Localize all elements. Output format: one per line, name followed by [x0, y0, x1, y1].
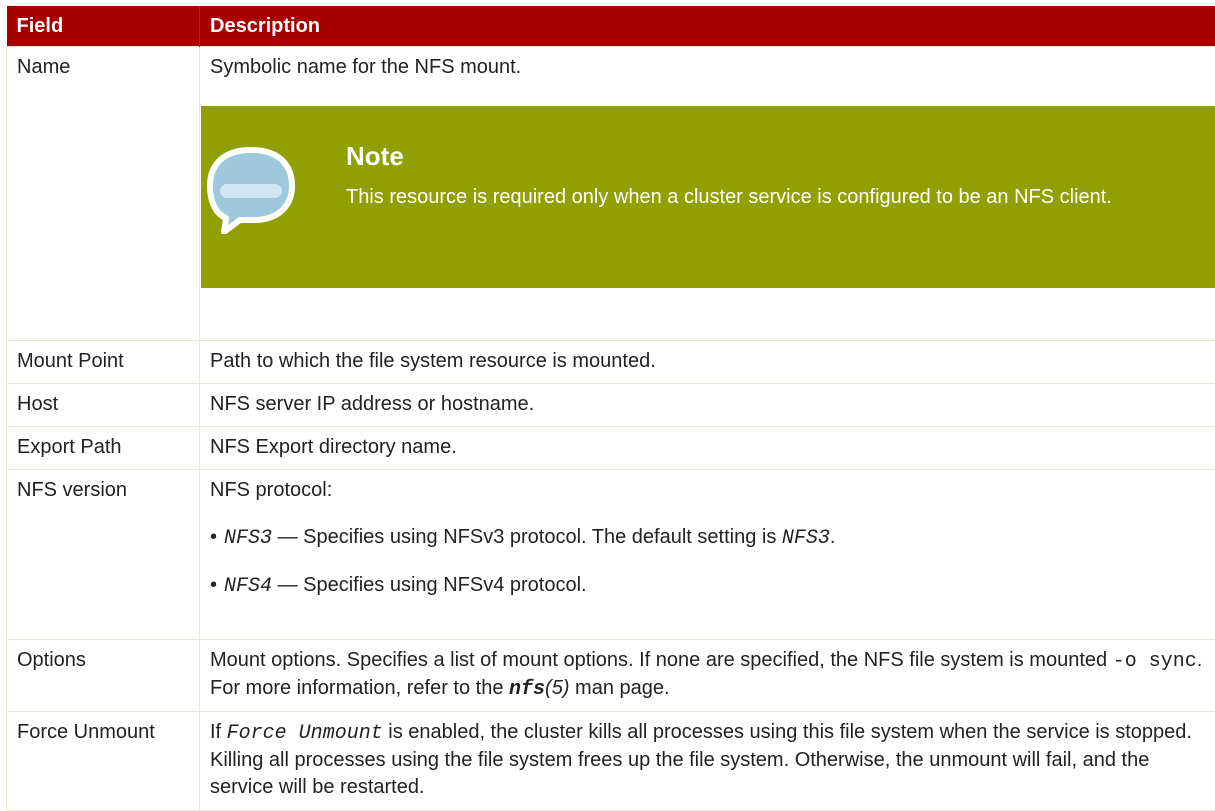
description-options: Mount options. Specifies a list of mount…: [200, 640, 1215, 712]
options-code: -o sync: [1113, 650, 1197, 673]
nfs3-text: — Specifies using NFSv3 protocol. The de…: [272, 526, 782, 548]
list-item-nfs3: NFS3 — Specifies using NFSv3 protocol. T…: [210, 524, 1205, 552]
man-page-section: (5): [545, 677, 569, 699]
description-force-unmount: If Force Unmount is enabled, the cluster…: [200, 712, 1215, 811]
speech-bubble-icon: [206, 144, 296, 234]
list-item-nfs4: NFS4 — Specifies using NFSv4 protocol.: [210, 572, 1205, 600]
table-row-name: Name Symbolic name for the NFS mount. No…: [7, 47, 1215, 341]
options-text-3: man page.: [569, 677, 669, 699]
table-row-nfs-version: NFS version NFS protocol: NFS3 — Specifi…: [7, 470, 1215, 640]
header-field: Field: [7, 6, 200, 47]
table-row-mount-point: Mount Point Path to which the file syste…: [7, 341, 1215, 384]
description-mount-point: Path to which the file system resource i…: [200, 341, 1215, 384]
field-mount-point: Mount Point: [7, 341, 200, 384]
note-text: This resource is required only when a cl…: [346, 182, 1211, 212]
note-title: Note: [346, 140, 404, 172]
code-nfs3-default: NFS3: [782, 527, 830, 550]
description-host: NFS server IP address or hostname.: [200, 384, 1215, 427]
note-box: Note This resource is required only when…: [201, 106, 1215, 288]
table-row-host: Host NFS server IP address or hostname.: [7, 384, 1215, 427]
field-options: Options: [7, 640, 200, 712]
field-export-path: Export Path: [7, 427, 200, 470]
table-row-export-path: Export Path NFS Export directory name.: [7, 427, 1215, 470]
table-header-row: Field Description: [7, 6, 1215, 47]
force-unmount-code: Force Unmount: [227, 722, 383, 745]
description-nfs-version: NFS protocol: NFS3 — Specifies using NFS…: [200, 470, 1215, 640]
description-name-text: Symbolic name for the NFS mount.: [210, 54, 1205, 81]
description-name: Symbolic name for the NFS mount. Note Th…: [200, 47, 1215, 341]
nfs-version-list: NFS3 — Specifies using NFSv3 protocol. T…: [210, 524, 1205, 600]
code-nfs4: NFS4: [224, 575, 272, 598]
nfs-parameters-table: Field Description Name Symbolic name for…: [6, 6, 1215, 811]
field-force-unmount: Force Unmount: [7, 712, 200, 811]
table-row-options: Options Mount options. Specifies a list …: [7, 640, 1215, 712]
field-host: Host: [7, 384, 200, 427]
table-row-force-unmount: Force Unmount If Force Unmount is enable…: [7, 712, 1215, 811]
options-text-1: Mount options. Specifies a list of mount…: [210, 649, 1113, 671]
field-name: Name: [7, 47, 200, 341]
nfs4-text: — Specifies using NFSv4 protocol.: [272, 574, 587, 596]
nfs3-end: .: [830, 526, 836, 548]
description-export-path: NFS Export directory name.: [200, 427, 1215, 470]
code-nfs3: NFS3: [224, 527, 272, 550]
man-page-name: nfs: [509, 678, 545, 701]
field-nfs-version: NFS version: [7, 470, 200, 640]
header-description: Description: [200, 6, 1215, 47]
force-unmount-text-1: If: [210, 721, 227, 743]
nfs-version-intro: NFS protocol:: [210, 477, 1205, 504]
